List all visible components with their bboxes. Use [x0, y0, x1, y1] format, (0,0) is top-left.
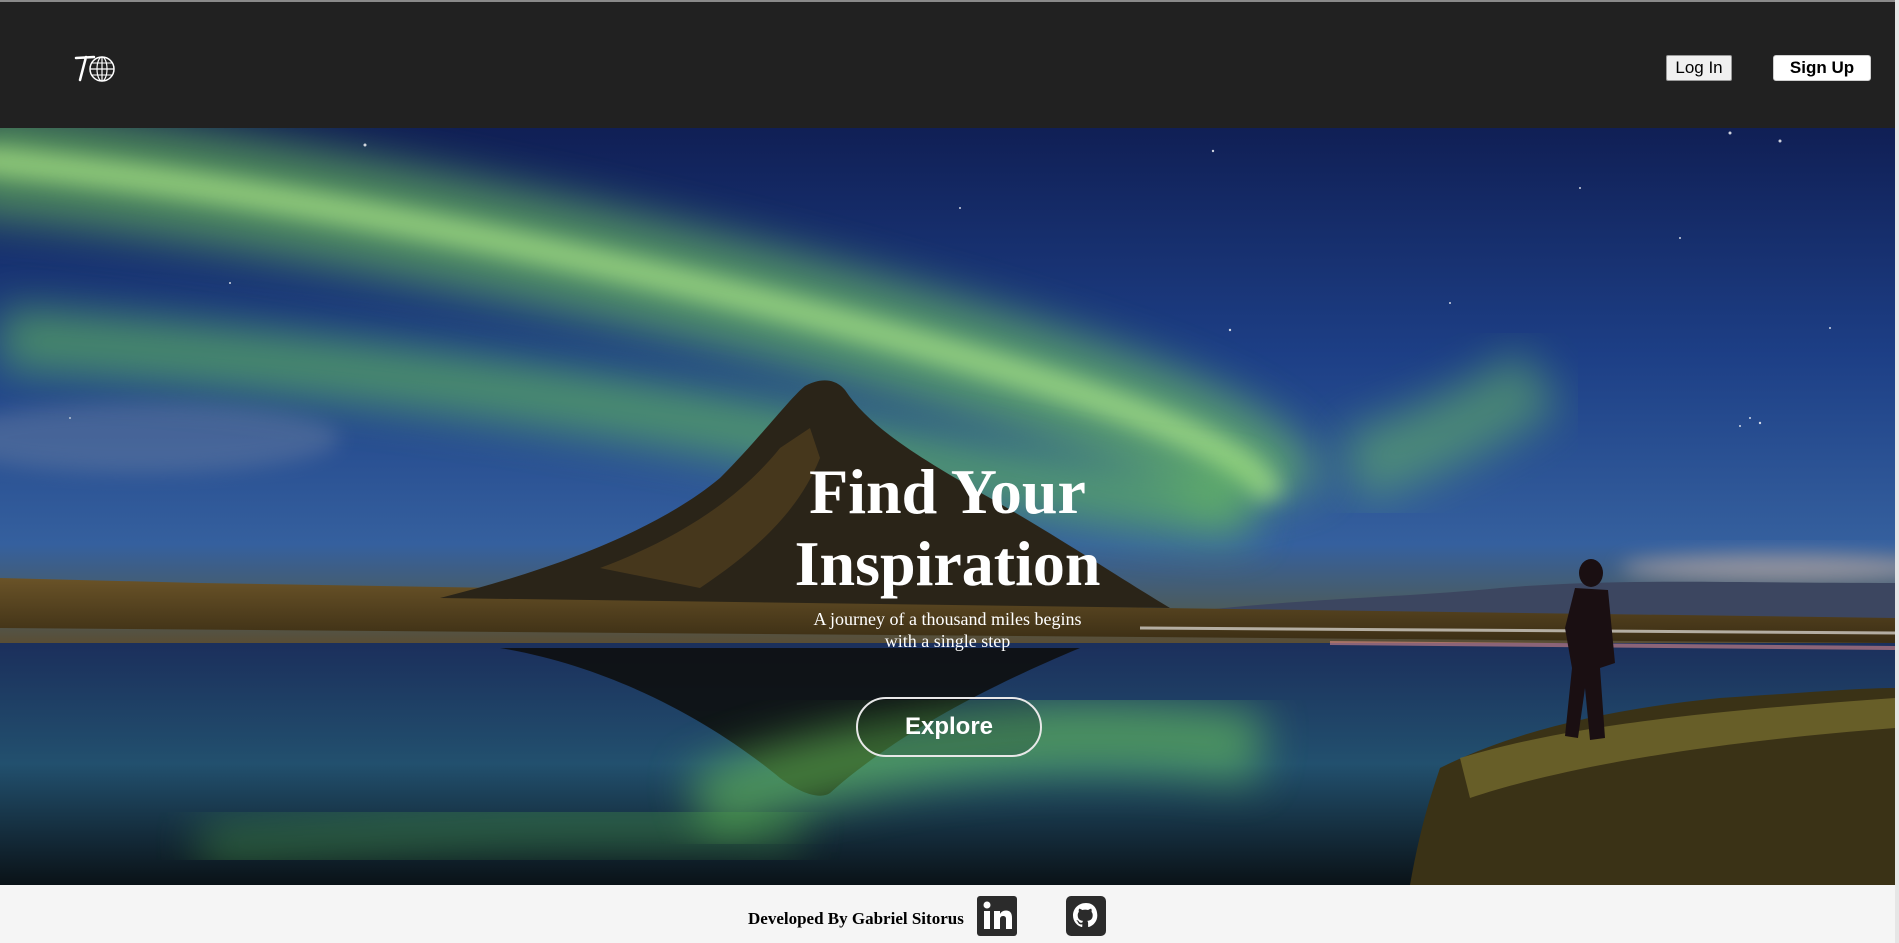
navbar: Log In Sign Up — [0, 2, 1895, 128]
hero-subtitle: A journey of a thousand miles begins wit… — [0, 608, 1895, 652]
login-button[interactable]: Log In — [1666, 55, 1732, 81]
linkedin-icon[interactable] — [977, 896, 1017, 936]
explore-button[interactable]: Explore — [856, 697, 1042, 757]
footer-credit: Developed By Gabriel Sitorus — [748, 909, 964, 928]
hero-title-line-1: Find Your — [809, 456, 1086, 527]
hero-title: Find Your Inspiration — [0, 456, 1895, 600]
hero-subtitle-line-2: with a single step — [884, 631, 1011, 651]
signup-button[interactable]: Sign Up — [1773, 55, 1871, 81]
hero-section: Find Your Inspiration A journey of a tho… — [0, 128, 1895, 885]
logo-icon[interactable] — [72, 52, 122, 86]
hero-subtitle-line-1: A journey of a thousand miles begins — [813, 609, 1082, 629]
hero-title-line-2: Inspiration — [794, 528, 1101, 599]
footer: Developed By Gabriel Sitorus — [0, 885, 1895, 943]
window-right-edge — [1895, 0, 1899, 943]
github-icon[interactable] — [1066, 896, 1106, 936]
